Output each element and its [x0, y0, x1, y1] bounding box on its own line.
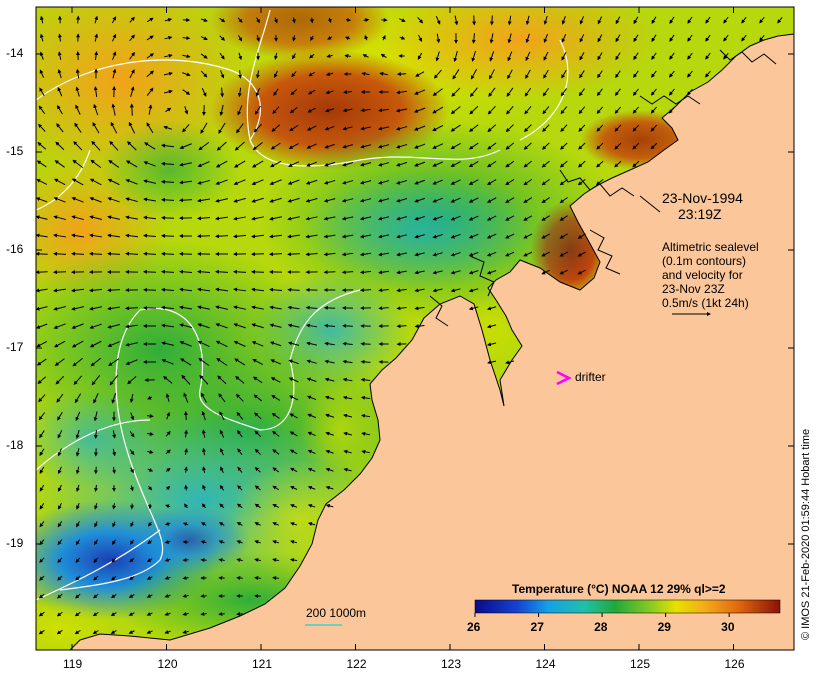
- lat-tick-label: -15: [6, 144, 24, 158]
- sealevel-line: and velocity for: [662, 268, 743, 282]
- colorbar-tick-label: 27: [530, 620, 544, 634]
- drifter-label: drifter: [575, 370, 606, 384]
- velocity-arrow: [360, 341, 371, 346]
- velocity-arrow: [36, 270, 48, 275]
- lon-tick-label: 125: [630, 657, 651, 671]
- velocity-arrow: [200, 593, 207, 598]
- colorbar-tick-label: 30: [721, 620, 735, 634]
- colorbar-tick-label: 28: [594, 620, 608, 634]
- velocity-arrow: [161, 215, 175, 220]
- colorbar: [474, 599, 781, 614]
- depth-legend-label: 200 1000m: [306, 606, 367, 620]
- lat-tick-label: -16: [6, 242, 24, 256]
- colorbar-tick-label: 26: [467, 620, 481, 634]
- velocity-arrow: [161, 233, 175, 238]
- colorbar-tick-label: 29: [657, 620, 671, 634]
- lat-tick-label: -17: [6, 340, 24, 354]
- velocity-arrow: [360, 288, 371, 293]
- velocity-arrow: [218, 611, 225, 616]
- velocity-arrow: [489, 15, 494, 26]
- velocity-arrow: [161, 251, 175, 256]
- velocity-arrow: [378, 306, 389, 311]
- velocity-arrow: [36, 251, 48, 256]
- lon-tick-label: 123: [441, 657, 462, 671]
- time-label: 23:19Z: [678, 206, 722, 222]
- sealevel-line: (0.1m contours): [662, 254, 747, 268]
- velocity-arrow: [342, 323, 353, 328]
- velocity-arrow: [53, 251, 67, 256]
- velocity-arrow: [161, 197, 175, 202]
- velocity-arrow: [233, 269, 247, 274]
- lon-tick-label: 120: [157, 657, 178, 671]
- lon-tick-label: 122: [346, 657, 367, 671]
- lon-tick-label: 121: [252, 657, 273, 671]
- sealevel-line: 23-Nov 23Z: [662, 282, 725, 296]
- velocity-arrow: [238, 70, 243, 79]
- velocity-arrow: [396, 324, 407, 329]
- lat-tick-label: -14: [6, 46, 24, 60]
- velocity-arrow: [269, 252, 283, 257]
- lat-tick-label: -18: [6, 438, 24, 452]
- velocity-arrow: [323, 305, 336, 310]
- sealevel-line: Altimetric sealevel: [662, 240, 759, 254]
- sst-map: [0, 0, 820, 680]
- sealevel-legend: Altimetric sealevel (0.1m contours) and …: [662, 240, 759, 310]
- colorbar-title: Temperature (°C) NOAA 12 29% ql>=2: [512, 582, 726, 596]
- lon-tick-label: 119: [63, 657, 83, 671]
- velocity-arrow: [129, 103, 134, 116]
- date-label: 23-Nov-1994: [662, 190, 743, 206]
- lat-tick-label: -19: [6, 536, 24, 550]
- velocity-arrow: [143, 269, 157, 274]
- velocity-arrow: [309, 17, 314, 24]
- lon-tick-label: 124: [535, 657, 556, 671]
- sealevel-line: 0.5m/s (1kt 24h): [662, 296, 749, 310]
- velocity-arrow: [184, 484, 189, 491]
- velocity-arrow: [323, 270, 336, 275]
- lon-tick-label: 126: [724, 657, 745, 671]
- velocity-arrow: [57, 15, 62, 24]
- credit-text: © IMOS 21-Feb-2020 01:59:44 Hobart time: [800, 429, 812, 640]
- velocity-arrow: [236, 576, 243, 581]
- velocity-arrow: [76, 15, 81, 24]
